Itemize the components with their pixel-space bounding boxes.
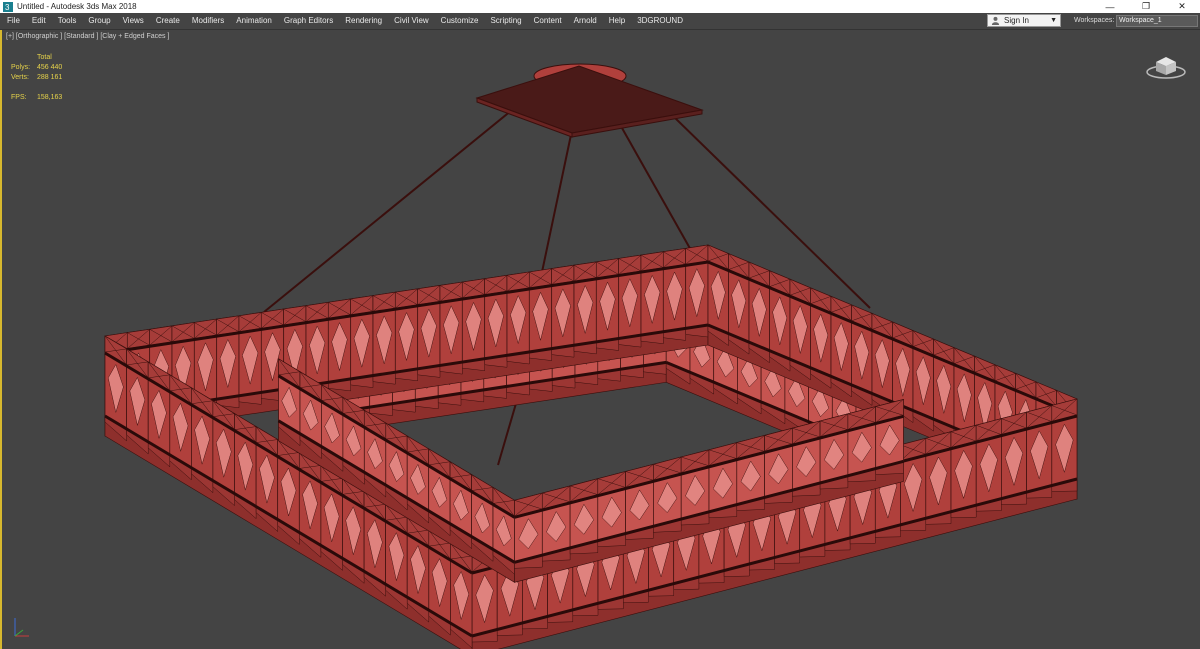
cable [541,129,573,273]
workspaces-label: Workspaces: [1074,17,1115,24]
menu-3dground[interactable]: 3DGROUND [629,13,687,29]
minimize-button[interactable]: — [1092,0,1128,13]
title-bar: 3 Untitled - Autodesk 3ds Max 2018 — ❐ ✕ [0,0,1200,13]
canopy-plate [475,65,704,134]
polys-label: Polys: [11,64,31,71]
sign-in-label: Sign In [1004,16,1029,25]
menu-rendering[interactable]: Rendering [337,13,386,29]
viewport-scene[interactable] [2,30,1200,649]
app-icon: 3 [3,1,13,12]
fps-value: 158,163 [37,94,63,101]
ceiling-canopy [475,63,704,138]
cable [497,399,518,466]
menu-tools[interactable]: Tools [50,13,81,29]
viewcube-icon[interactable] [1145,51,1187,81]
restore-button[interactable]: ❐ [1128,0,1164,13]
menu-modifiers[interactable]: Modifiers [184,13,228,29]
stats-header: Total [37,54,52,61]
sign-in-dropdown[interactable]: Sign In ▼ [987,14,1061,27]
fps-label: FPS: [11,94,27,101]
verts-label: Verts: [11,74,29,81]
menu-group[interactable]: Group [80,13,114,29]
menu-file[interactable]: File [0,13,24,29]
close-button[interactable]: ✕ [1164,0,1200,13]
menu-edit[interactable]: Edit [24,13,50,29]
user-icon [991,16,1000,25]
workspace-select[interactable]: Workspace_1 [1116,15,1198,27]
perspective-viewport[interactable]: [+] [Orthographic ] [Standard ] [Clay + … [0,30,1200,649]
cable [621,127,693,253]
menu-civil-view[interactable]: Civil View [386,13,433,29]
menu-scripting[interactable]: Scripting [482,13,525,29]
menu-animation[interactable]: Animation [228,13,276,29]
viewport-statistics: Total Polys: 456 440 Verts: 288 161 FPS: 15… [11,53,62,103]
menu-create[interactable]: Create [148,13,184,29]
menu-customize[interactable]: Customize [433,13,483,29]
menu-views[interactable]: Views [115,13,148,29]
axis-tripod-icon [14,618,29,637]
menu-content[interactable]: Content [526,13,566,29]
verts-value: 288 161 [37,74,63,81]
window-title: Untitled - Autodesk 3ds Max 2018 [17,2,137,11]
menu-graph-editors[interactable]: Graph Editors [276,13,337,29]
window-controls: — ❐ ✕ [1092,0,1200,13]
menu-list: File Edit Tools Group Views Create Modifiers An… [0,13,687,29]
menu-help[interactable]: Help [601,13,629,29]
svg-text:3: 3 [5,3,10,12]
menu-arnold[interactable]: Arnold [566,13,601,29]
chevron-down-icon: ▼ [1050,17,1057,24]
polys-value: 456 440 [37,64,63,71]
viewport-label[interactable]: [+] [Orthographic ] [Standard ] [Clay + … [6,33,169,40]
